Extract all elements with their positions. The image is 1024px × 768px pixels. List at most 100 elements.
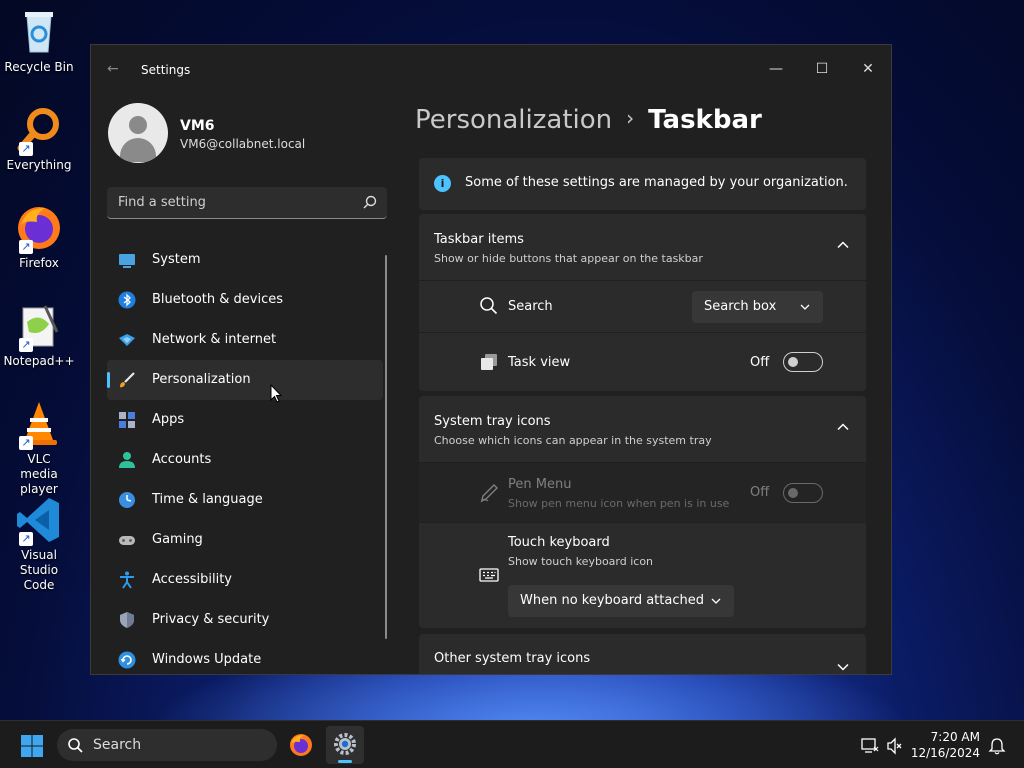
group-title: Taskbar items <box>434 232 524 247</box>
nav-item-time-language[interactable]: Time & language <box>107 480 383 520</box>
clock-time: 7:20 AM <box>930 730 980 744</box>
touch-keyboard-row: Touch keyboard Show touch keyboard icon … <box>419 523 866 628</box>
taskbar-search[interactable]: Search <box>57 729 277 761</box>
taskbar-firefox[interactable] <box>282 726 320 764</box>
notepadpp-icon: ↗ <box>15 302 63 352</box>
group-subtitle: Show or hide buttons that appear on the … <box>434 252 703 265</box>
nav-item-accessibility[interactable]: Accessibility <box>107 560 383 600</box>
desktop-icon-firefox[interactable]: ↗ Firefox <box>0 204 78 271</box>
windows-start-icon[interactable] <box>20 734 44 758</box>
network-status-icon[interactable] <box>861 737 879 755</box>
taskbar-clock[interactable]: 7:20 AM 12/16/2024 <box>911 729 980 761</box>
active-indicator <box>107 372 110 388</box>
nav-scrollbar[interactable] <box>385 255 387 639</box>
desktop-icon-label: Everything <box>6 158 72 172</box>
nav-item-label: Bluetooth & devices <box>152 292 283 307</box>
desktop-icon-label: Visual Studio Code <box>19 548 59 592</box>
title-bar[interactable]: ← Settings — ☐ ✕ <box>91 45 891 91</box>
nav-item-label: Personalization <box>152 372 251 387</box>
nav-item-gaming[interactable]: Gaming <box>107 520 383 560</box>
vlc-cone-icon: ↗ <box>15 400 63 450</box>
search-icon <box>480 297 498 315</box>
chevron-down-icon <box>800 304 810 310</box>
page-title: Taskbar <box>648 105 762 135</box>
chevron-down-icon[interactable] <box>836 660 850 674</box>
breadcrumb-parent[interactable]: Personalization <box>415 105 612 135</box>
accessibility-icon <box>120 571 134 589</box>
nav-item-label: Gaming <box>152 532 203 547</box>
shortcut-arrow-icon: ↗ <box>19 240 33 254</box>
nav-item-label: Accessibility <box>152 572 232 587</box>
taskbar-settings[interactable] <box>326 726 364 764</box>
desktop-icon-everything[interactable]: ↗ Everything <box>0 106 78 173</box>
system-tray-header[interactable]: System tray icons Choose which icons can… <box>419 396 866 462</box>
pen-menu-subtitle: Show pen menu icon when pen is in use <box>508 497 730 510</box>
back-arrow-icon[interactable]: ← <box>107 61 119 77</box>
touch-keyboard-subtitle: Show touch keyboard icon <box>508 555 654 568</box>
close-button[interactable]: ✕ <box>845 53 891 85</box>
search-mode-dropdown[interactable]: Search box <box>692 291 823 323</box>
taskbar-items-header[interactable]: Taskbar items Show or hide buttons that … <box>419 214 866 280</box>
nav-item-apps[interactable]: Apps <box>107 400 383 440</box>
nav-item-accounts[interactable]: Accounts <box>107 440 383 480</box>
avatar[interactable] <box>108 103 168 163</box>
gear-icon <box>334 733 356 755</box>
shortcut-arrow-icon: ↗ <box>19 532 33 546</box>
managed-info-banner: i Some of these settings are managed by … <box>419 158 866 210</box>
breadcrumb-separator: › <box>626 106 635 130</box>
desktop-icon-recycle-bin[interactable]: Recycle Bin <box>0 8 78 75</box>
info-icon: i <box>434 175 451 192</box>
find-setting-search[interactable] <box>107 187 387 219</box>
pen-icon <box>480 484 498 503</box>
volume-muted-icon[interactable] <box>886 737 904 755</box>
chevron-up-icon[interactable] <box>836 238 850 252</box>
chevron-up-icon[interactable] <box>836 420 850 434</box>
desktop-icon-label: VLC media player <box>20 452 58 496</box>
apps-icon <box>119 412 135 428</box>
shortcut-arrow-icon: ↗ <box>19 142 33 156</box>
gamepad-icon <box>119 536 135 545</box>
nav-item-privacy-security[interactable]: Privacy & security <box>107 600 383 640</box>
user-email: VM6@collabnet.local <box>180 137 306 151</box>
search-icon[interactable] <box>363 195 377 209</box>
recycle-bin-icon <box>15 8 63 56</box>
search-setting-row: Search Search box <box>419 281 866 332</box>
desktop-icon-notepadpp[interactable]: ↗ Notepad++ <box>0 302 78 369</box>
group-title: Other system tray icons <box>434 651 591 666</box>
nav-item-label: Apps <box>152 412 185 427</box>
nav-item-label: Windows Update <box>152 652 262 667</box>
task-view-state: Off <box>750 355 770 370</box>
nav-item-system[interactable]: System <box>107 240 383 280</box>
nav-item-windows-update[interactable]: Windows Update <box>107 640 383 674</box>
pen-menu-state: Off <box>750 485 770 500</box>
nav-item-network[interactable]: Network & internet <box>107 320 383 360</box>
shield-icon <box>120 612 134 628</box>
search-input[interactable] <box>107 187 357 217</box>
taskbar-search-label: Search <box>93 737 142 753</box>
window-title: Settings <box>141 63 191 77</box>
group-subtitle: Choose which icons can appear in the sys… <box>434 434 712 447</box>
desktop-icon-vlc[interactable]: ↗ VLC media player <box>0 400 78 497</box>
info-text: Some of these settings are managed by yo… <box>465 175 848 190</box>
network-icon <box>119 334 135 346</box>
keyboard-icon <box>479 568 499 582</box>
search-icon <box>68 738 83 753</box>
task-view-toggle[interactable] <box>783 352 823 372</box>
taskbar: Search 7:20 AM 12/16/2024 <box>0 720 1024 768</box>
touch-keyboard-dropdown[interactable]: When no keyboard attached <box>508 585 734 617</box>
dropdown-value: When no keyboard attached <box>520 593 704 608</box>
user-name: VM6 <box>180 118 215 134</box>
nav-item-bluetooth[interactable]: Bluetooth & devices <box>107 280 383 320</box>
shortcut-arrow-icon: ↗ <box>19 338 33 352</box>
accounts-icon <box>119 452 135 468</box>
chevron-down-icon <box>711 598 721 604</box>
desktop-icon-vscode[interactable]: ↗ Visual Studio Code <box>0 496 78 593</box>
nav-item-personalization[interactable]: Personalization <box>107 360 383 400</box>
other-tray-header[interactable]: Other system tray icons <box>419 634 866 674</box>
minimize-button[interactable]: — <box>753 53 799 85</box>
notification-bell-icon[interactable] <box>988 737 1006 755</box>
maximize-button[interactable]: ☐ <box>799 53 845 85</box>
pen-menu-row: Pen Menu Show pen menu icon when pen is … <box>419 463 866 522</box>
pen-menu-toggle[interactable] <box>783 483 823 503</box>
nav-item-label: Time & language <box>152 492 263 507</box>
